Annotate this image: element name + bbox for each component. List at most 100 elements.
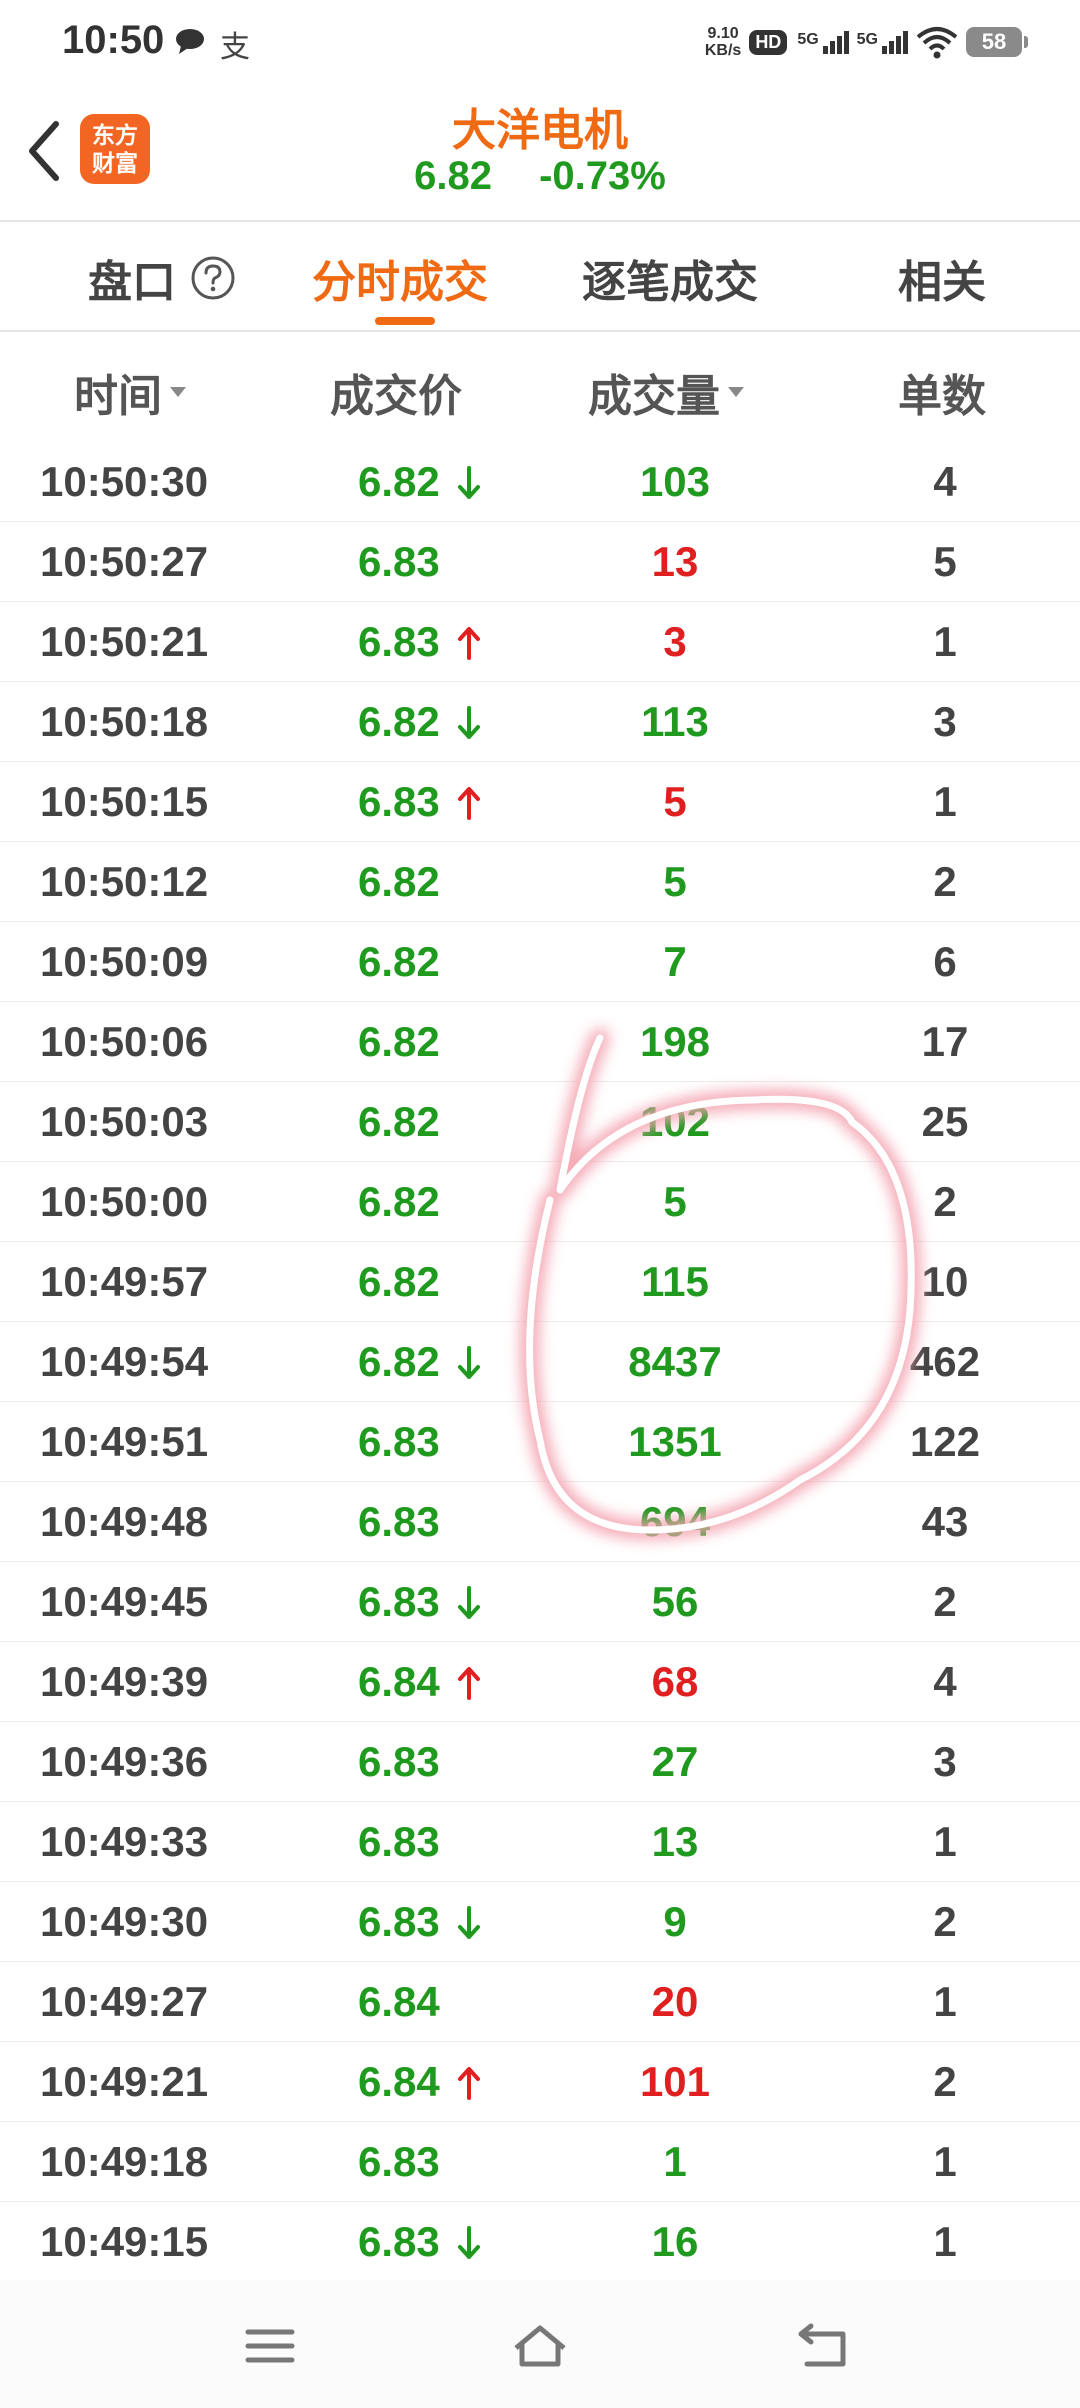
trade-row[interactable]: 10:49:51 6.83 1351 122 — [0, 1402, 1080, 1482]
trade-volume: 115 — [641, 1258, 709, 1305]
trade-row[interactable]: 10:49:33 6.83 13 1 — [0, 1802, 1080, 1882]
stock-name: 大洋电机 — [452, 106, 628, 155]
trade-volume: 5 — [663, 1178, 687, 1225]
trade-time: 10:49:48 — [40, 1498, 209, 1545]
status-time: 10:50 — [62, 18, 165, 62]
trade-volume: 56 — [651, 1578, 699, 1625]
sort-triangle-icon — [170, 387, 186, 397]
trade-time: 10:49:27 — [40, 1978, 209, 2025]
trade-row[interactable]: 10:50:06 6.82 198 17 — [0, 1002, 1080, 1082]
tab-related[interactable]: 相关 — [898, 248, 986, 308]
trade-price: 6.82 — [358, 1002, 440, 1081]
trade-row[interactable]: 10:49:21 6.84 101 2 — [0, 2042, 1080, 2122]
network-speed-value: 9.10 — [707, 25, 739, 42]
trade-row[interactable]: 10:50:15 6.83 5 1 — [0, 762, 1080, 842]
sort-triangle-icon — [728, 387, 744, 397]
trade-row[interactable]: 10:50:18 6.82 113 3 — [0, 682, 1080, 762]
trade-price-value: 6.83 — [358, 2138, 440, 2185]
column-volume[interactable]: 成交量 — [588, 360, 744, 424]
trade-time: 10:50:18 — [40, 698, 209, 745]
trade-row[interactable]: 10:50:12 6.82 5 2 — [0, 842, 1080, 922]
trade-row[interactable]: 10:49:57 6.82 115 10 — [0, 1242, 1080, 1322]
arrow-up-icon — [458, 2067, 480, 2100]
trade-price: 6.82 — [358, 1162, 440, 1241]
help-icon[interactable] — [190, 255, 236, 301]
trade-row[interactable]: 10:49:15 6.83 16 1 — [0, 2202, 1080, 2280]
trade-price-value: 6.82 — [358, 1098, 440, 1145]
trade-volume: 1351 — [628, 1418, 722, 1465]
column-count: 单数 — [898, 360, 986, 424]
trade-list[interactable]: 10:50:30 6.82 103 4 10:50:27 6.83 13 5 10:50:21 6… — [0, 442, 1080, 2280]
back-nav-icon[interactable] — [795, 2320, 855, 2372]
active-tab-indicator — [375, 317, 435, 325]
arrow-down-icon — [458, 1906, 480, 1939]
trade-volume: 5 — [663, 858, 687, 905]
tab-minute-trades[interactable]: 分时成交 — [312, 248, 488, 308]
column-volume-label: 成交量 — [588, 372, 720, 421]
trade-row[interactable]: 10:50:00 6.82 5 2 — [0, 1162, 1080, 1242]
trade-row[interactable]: 10:49:39 6.84 68 4 — [0, 1642, 1080, 1722]
trade-row[interactable]: 10:50:30 6.82 103 4 — [0, 442, 1080, 522]
trade-row[interactable]: 10:49:30 6.83 9 2 — [0, 1882, 1080, 1962]
trade-price-value: 6.82 — [358, 698, 440, 745]
sim2-network-label: 5G — [856, 30, 878, 48]
trade-time: 10:49:15 — [40, 2218, 209, 2265]
column-price: 成交价 — [330, 360, 462, 424]
trade-row[interactable]: 10:49:18 6.83 1 1 — [0, 2122, 1080, 2202]
arrow-up-icon — [458, 627, 480, 660]
trade-price-value: 6.82 — [358, 1178, 440, 1225]
trade-row[interactable]: 10:50:09 6.82 7 6 — [0, 922, 1080, 1002]
trade-row[interactable]: 10:49:48 6.83 694 43 — [0, 1482, 1080, 1562]
trade-time: 10:50:15 — [40, 778, 209, 825]
trade-price-value: 6.84 — [358, 1658, 440, 1705]
trade-price: 6.84 — [358, 1642, 480, 1721]
trade-volume: 103 — [639, 458, 711, 505]
trade-row[interactable]: 10:50:27 6.83 13 5 — [0, 522, 1080, 602]
trade-price-value: 6.83 — [358, 538, 440, 585]
column-time[interactable]: 时间 — [74, 360, 186, 424]
trade-price: 6.82 — [358, 682, 480, 761]
trade-price-value: 6.83 — [358, 778, 440, 825]
trade-order-count: 2 — [933, 1898, 957, 1945]
trade-time: 10:50:12 — [40, 858, 209, 905]
menu-icon[interactable] — [240, 2320, 300, 2372]
trade-order-count: 17 — [921, 1018, 969, 1065]
trade-price-value: 6.82 — [358, 1338, 440, 1385]
battery-level: 58 — [981, 29, 1007, 54]
trade-price-value: 6.83 — [358, 1498, 440, 1545]
trade-order-count: 462 — [909, 1338, 981, 1385]
trade-time: 10:50:03 — [40, 1098, 209, 1145]
arrow-down-icon — [458, 466, 480, 499]
tab-tick-trades[interactable]: 逐笔成交 — [582, 248, 758, 308]
trade-time: 10:50:21 — [40, 618, 209, 665]
trade-order-count: 6 — [933, 938, 957, 985]
tab-order-book[interactable]: 盘口 — [88, 248, 236, 308]
trade-volume: 16 — [651, 2218, 699, 2265]
trade-price-value: 6.84 — [358, 2058, 440, 2105]
trade-volume: 13 — [651, 1818, 699, 1865]
trade-row[interactable]: 10:49:45 6.83 56 2 — [0, 1562, 1080, 1642]
trade-volume: 27 — [651, 1738, 699, 1785]
trade-row[interactable]: 10:49:27 6.84 20 1 — [0, 1962, 1080, 2042]
trade-order-count: 4 — [933, 458, 957, 505]
trade-volume: 20 — [651, 1978, 699, 2025]
trade-row[interactable]: 10:50:03 6.82 102 25 — [0, 1082, 1080, 1162]
arrow-up-icon — [458, 1667, 480, 1700]
signal-sim2-icon: 5G — [856, 30, 908, 54]
arrow-down-icon — [458, 2226, 480, 2259]
arrow-down-icon — [458, 706, 480, 739]
trade-time: 10:50:00 — [40, 1178, 209, 1225]
trade-volume: 198 — [639, 1018, 711, 1065]
trade-time: 10:49:45 — [40, 1578, 209, 1625]
trade-volume: 8437 — [628, 1338, 722, 1385]
trade-volume: 102 — [639, 1098, 711, 1145]
trade-order-count: 1 — [933, 2218, 957, 2265]
trade-row[interactable]: 10:50:21 6.83 3 1 — [0, 602, 1080, 682]
trade-price: 6.84 — [358, 1962, 440, 2041]
trade-row[interactable]: 10:49:36 6.83 27 3 — [0, 1722, 1080, 1802]
home-icon[interactable] — [510, 2320, 570, 2372]
trade-price: 6.83 — [358, 1882, 480, 1961]
trade-price-value: 6.82 — [358, 1018, 440, 1065]
trade-row[interactable]: 10:49:54 6.82 8437 462 — [0, 1322, 1080, 1402]
trade-price: 6.82 — [358, 442, 480, 521]
